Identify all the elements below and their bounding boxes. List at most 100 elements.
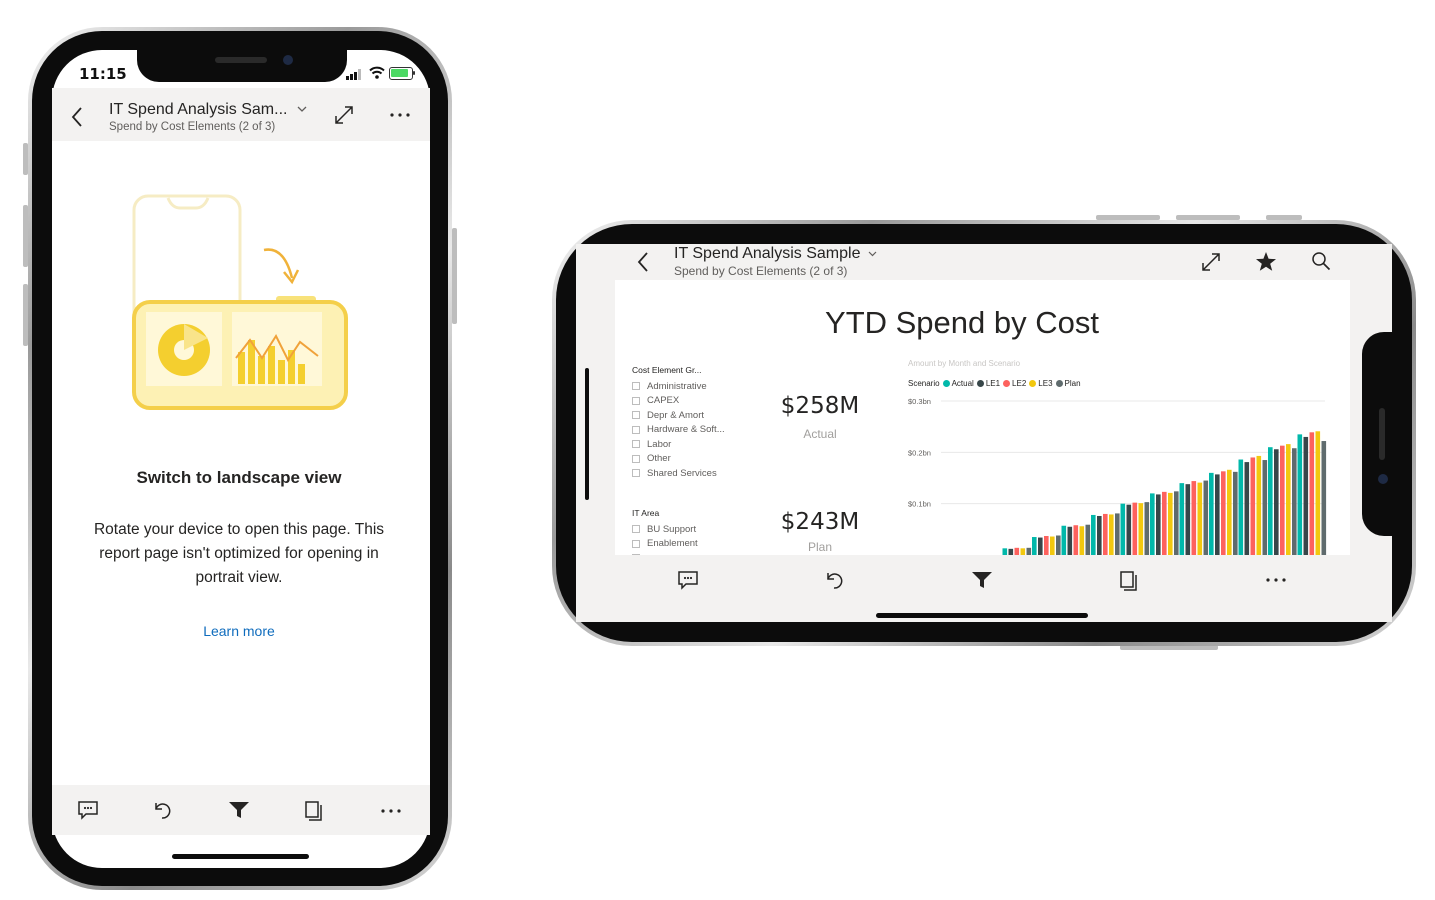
bar-plan-m3[interactable] [1056, 535, 1061, 555]
bar-le2-m11[interactable] [1280, 445, 1285, 555]
bar-le2-m6[interactable] [1132, 502, 1138, 555]
slicer-item[interactable]: Administrative [632, 379, 742, 394]
bar-le1-m9[interactable] [1215, 474, 1220, 555]
slicer-item[interactable]: Shared Services [632, 466, 742, 481]
chevron-down-icon[interactable] [868, 251, 877, 257]
bar-plan-m4[interactable] [1085, 524, 1091, 555]
more-options-icon[interactable] [389, 112, 411, 118]
bar-le1-m5[interactable] [1097, 515, 1102, 555]
back-chevron-icon[interactable] [70, 106, 84, 128]
bar-le3-m8[interactable] [1197, 482, 1203, 555]
bar-le3-m6[interactable] [1138, 503, 1144, 555]
comment-icon[interactable] [677, 570, 699, 590]
slicer-item[interactable]: Enablement [632, 537, 742, 552]
bar-le2-m12[interactable] [1309, 432, 1315, 555]
bar-plan-m10[interactable] [1262, 460, 1268, 555]
chart-legend: Scenario Actual LE1 LE2 LE3 Plan [908, 379, 1081, 388]
pages-icon[interactable] [304, 800, 324, 822]
bar-actual-m11[interactable] [1268, 447, 1273, 555]
checkbox[interactable] [632, 425, 640, 434]
bar-plan-m9[interactable] [1233, 471, 1238, 555]
undo-icon[interactable] [153, 800, 173, 820]
comment-icon[interactable] [77, 800, 99, 820]
filter-icon[interactable] [228, 801, 250, 819]
bar-actual-m10[interactable] [1238, 459, 1244, 555]
bar-actual-m2[interactable] [1002, 548, 1008, 555]
bar-le2-m7[interactable] [1162, 491, 1167, 555]
bar-actual-m4[interactable] [1061, 525, 1067, 555]
bar-le3-m7[interactable] [1168, 492, 1173, 555]
checkbox[interactable] [632, 539, 640, 548]
checkbox[interactable] [632, 525, 640, 534]
checkbox[interactable] [632, 440, 640, 449]
bar-plan-m12[interactable] [1321, 441, 1327, 555]
bar-actual-m9[interactable] [1209, 472, 1214, 555]
bar-le1-m4[interactable] [1067, 526, 1073, 555]
bar-le3-m9[interactable] [1227, 469, 1232, 555]
search-icon[interactable] [1311, 251, 1331, 271]
bar-le1-m7[interactable] [1156, 494, 1161, 555]
bar-actual-m7[interactable] [1150, 493, 1155, 555]
bar-le3-m4[interactable] [1079, 526, 1085, 555]
checkbox[interactable] [632, 411, 640, 420]
footer-more-icon[interactable] [380, 808, 402, 814]
slicer-item[interactable]: CAPEX [632, 394, 742, 409]
vertical-scrollbar[interactable] [585, 368, 589, 500]
bar-le1-m3[interactable] [1038, 537, 1043, 555]
bar-le1-m12[interactable] [1303, 436, 1309, 555]
pages-icon[interactable] [1119, 570, 1139, 592]
bar-le3-m11[interactable] [1286, 444, 1291, 555]
slicer-item[interactable]: Labor [632, 437, 742, 452]
bar-plan-m2[interactable] [1026, 547, 1032, 555]
home-indicator[interactable] [876, 613, 1088, 618]
bar-le2-m10[interactable] [1250, 457, 1256, 555]
bar-plan-m5[interactable] [1115, 513, 1120, 555]
bar-plan-m7[interactable] [1174, 491, 1179, 555]
checkbox[interactable] [632, 469, 640, 478]
expand-icon[interactable] [333, 104, 355, 126]
bar-le3-m5[interactable] [1109, 514, 1114, 555]
bar-le3-m10[interactable] [1256, 455, 1262, 555]
checkbox[interactable] [632, 454, 640, 463]
back-chevron-icon[interactable] [636, 251, 650, 273]
home-indicator[interactable] [172, 854, 309, 859]
slicer-item[interactable]: Depr & Amort [632, 408, 742, 423]
undo-icon[interactable] [825, 570, 845, 590]
bar-plan-m11[interactable] [1292, 448, 1297, 555]
learn-more-link[interactable]: Learn more [52, 623, 426, 639]
bar-actual-m6[interactable] [1120, 503, 1126, 555]
bar-plan-m6[interactable] [1144, 502, 1150, 555]
expand-icon[interactable] [1200, 251, 1222, 273]
slicer-item[interactable]: Hardware & Soft... [632, 423, 742, 438]
bar-le1-m6[interactable] [1126, 504, 1132, 555]
slicer-item[interactable]: Other [632, 452, 742, 467]
bar-le2-m4[interactable] [1073, 525, 1079, 555]
bar-le2-m8[interactable] [1191, 481, 1197, 555]
bar-le3-m3[interactable] [1050, 536, 1055, 555]
report-title[interactable]: IT Spend Analysis Sam... [109, 101, 287, 119]
bar-le3-m12[interactable] [1315, 431, 1321, 555]
bar-le1-m8[interactable] [1185, 484, 1191, 555]
bar-le3-m2[interactable] [1020, 548, 1026, 555]
bar-chart[interactable]: $0.3bn $0.2bn $0.1bn [905, 393, 1330, 555]
bar-actual-m12[interactable] [1297, 434, 1303, 555]
battery-tip [413, 71, 415, 75]
checkbox[interactable] [632, 396, 640, 405]
chevron-down-icon[interactable] [297, 106, 307, 113]
bar-actual-m8[interactable] [1179, 483, 1185, 555]
bar-le1-m10[interactable] [1244, 462, 1250, 555]
checkbox[interactable] [632, 382, 640, 391]
bar-le2-m5[interactable] [1103, 513, 1108, 555]
bar-actual-m5[interactable] [1091, 514, 1096, 555]
bar-le1-m11[interactable] [1274, 449, 1279, 555]
bar-actual-m3[interactable] [1032, 537, 1037, 555]
footer-more-icon[interactable] [1265, 577, 1287, 583]
filter-icon[interactable] [971, 571, 993, 589]
bar-plan-m8[interactable] [1203, 480, 1209, 555]
favorite-star-icon[interactable] [1255, 251, 1277, 272]
report-title[interactable]: IT Spend Analysis Sample [674, 245, 860, 263]
bar-le2-m9[interactable] [1221, 471, 1226, 555]
bar-le2-m3[interactable] [1044, 536, 1049, 555]
bar-le2-m2[interactable] [1014, 547, 1020, 555]
slicer-item[interactable]: BU Support [632, 522, 742, 537]
